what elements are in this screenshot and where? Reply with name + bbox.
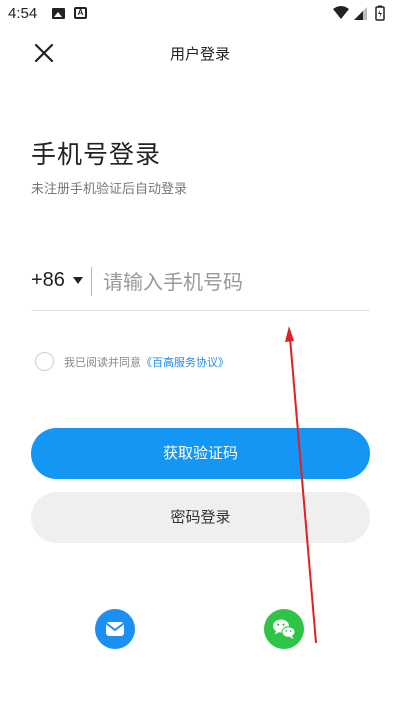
agreement-checkbox[interactable] (35, 352, 54, 371)
phone-number-input[interactable] (103, 264, 363, 300)
status-bar: 4:54 A x (0, 0, 400, 28)
page-subtitle: 未注册手机验证后自动登录 (31, 182, 188, 197)
wechat-login-button[interactable] (264, 609, 304, 649)
phone-input-row: +86 (31, 262, 370, 311)
status-time: 4:54 (8, 5, 38, 22)
email-login-button[interactable] (95, 609, 135, 649)
get-verification-code-button[interactable]: 获取验证码 (31, 428, 370, 479)
page-title: 手机号登录 (31, 140, 162, 169)
wifi-icon (333, 6, 349, 19)
header-title: 用户登录 (169, 45, 230, 63)
image-icon (52, 8, 65, 19)
input-divider (91, 267, 92, 296)
country-code-selector[interactable]: +86 (31, 269, 65, 292)
email-icon (106, 622, 124, 636)
agreement-text: 我已阅读并同意《百高服务协议》 (64, 354, 229, 370)
password-login-button[interactable]: 密码登录 (31, 492, 370, 543)
service-agreement-link[interactable]: 《百高服务协议》 (141, 356, 229, 369)
svg-text:x: x (359, 15, 363, 21)
wechat-icon (273, 619, 296, 639)
a-notification-icon: A (74, 7, 87, 19)
status-right-icons: x (333, 5, 385, 21)
agreement-prefix: 我已阅读并同意 (64, 356, 141, 369)
caret-down-icon[interactable] (73, 277, 83, 284)
